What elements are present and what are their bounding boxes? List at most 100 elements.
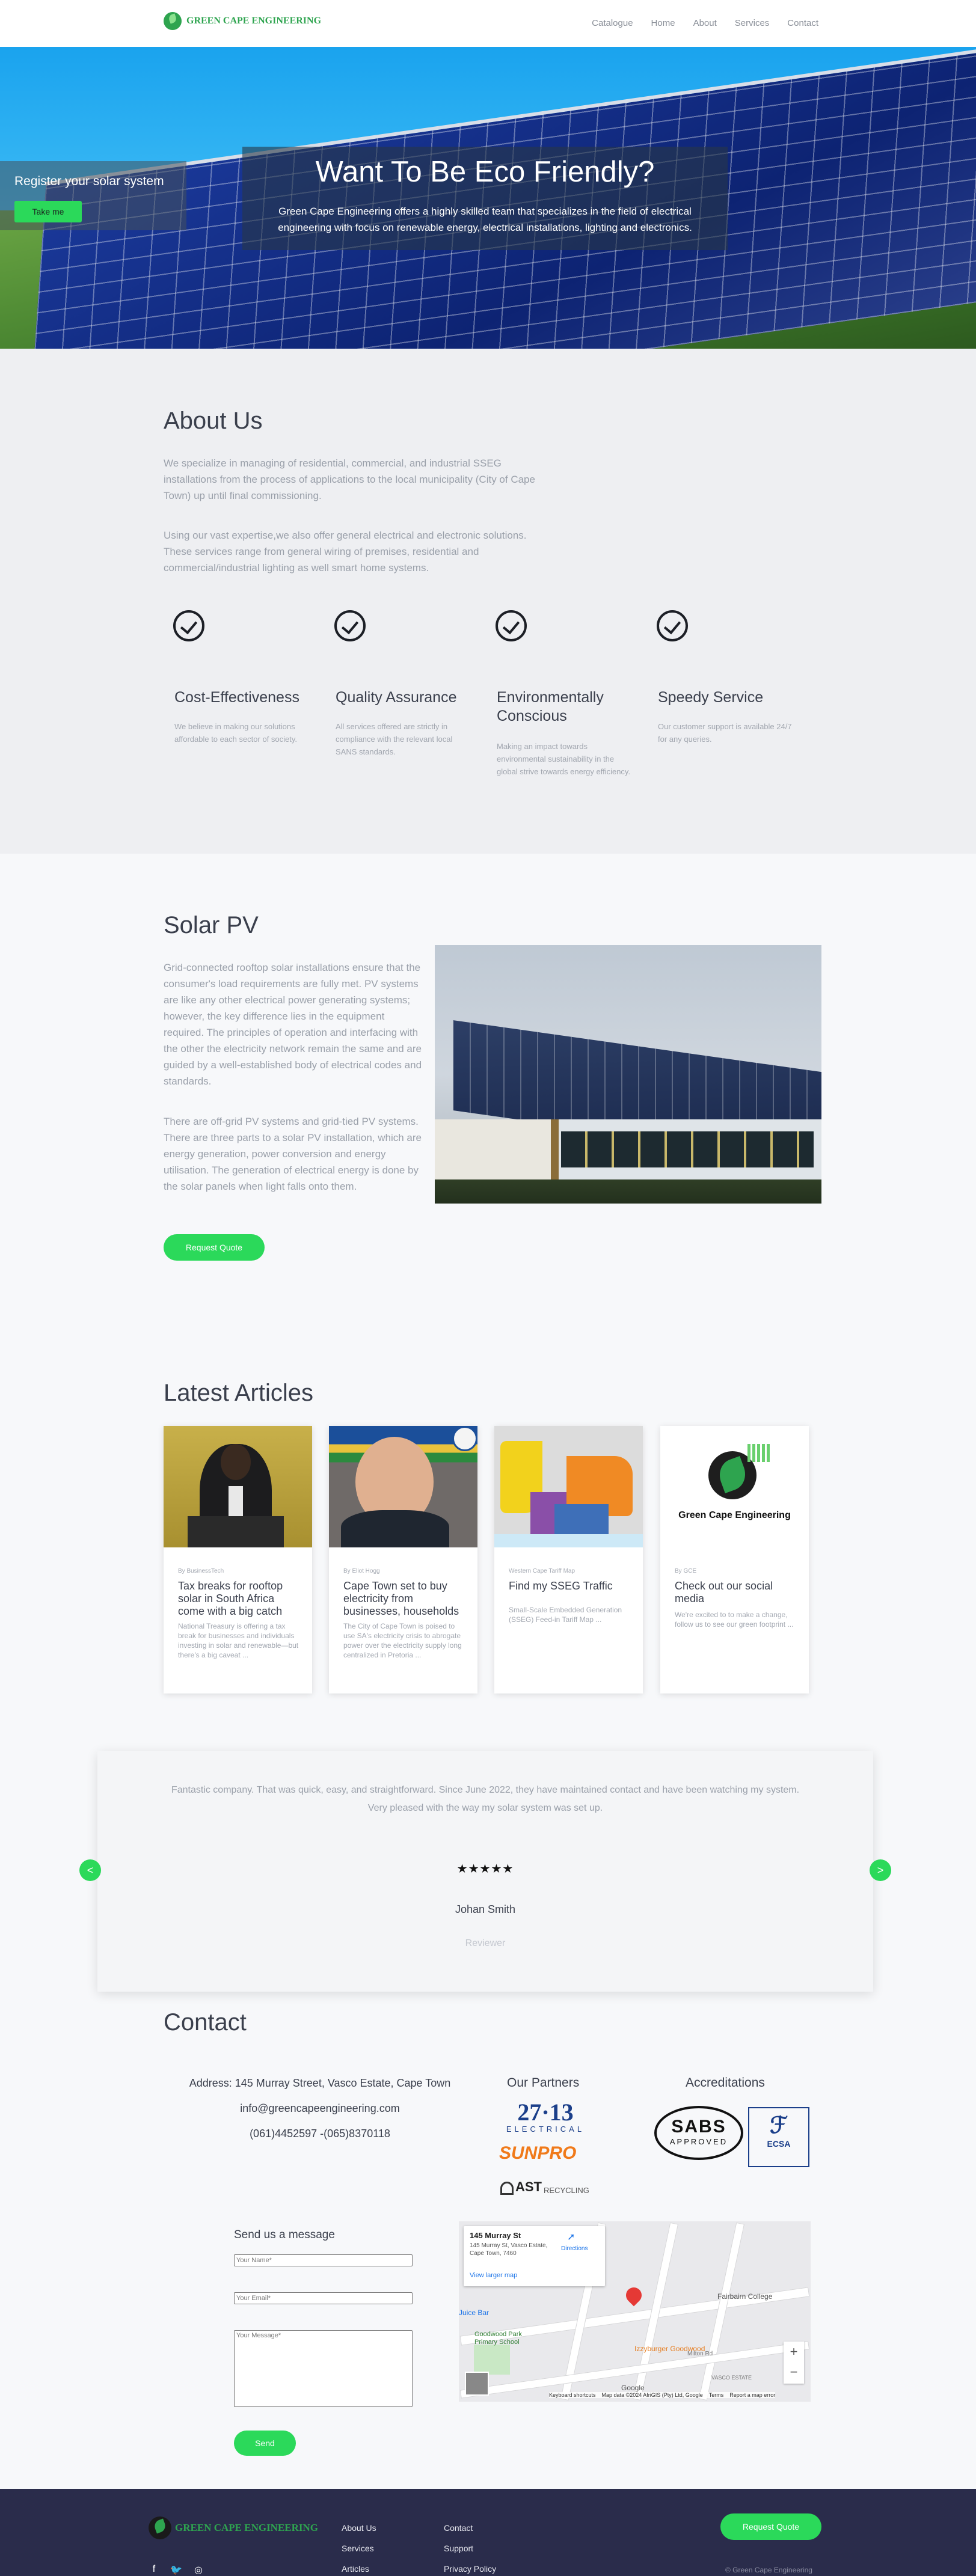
partner-electrical-text: ELECTRICAL <box>506 2125 585 2134</box>
article-excerpt: Small-Scale Embedded Generation (SSEG) F… <box>509 1606 622 1624</box>
articles-section <box>0 1329 976 1749</box>
sabs-approved-logo: SABS APPROVED <box>654 2106 743 2160</box>
article-card[interactable]: By BusinessTech Tax breaks for rooftop s… <box>164 1426 312 1693</box>
email-field[interactable] <box>234 2292 413 2304</box>
request-quote-button[interactable]: Request Quote <box>164 1234 265 1261</box>
map-larger-link[interactable]: View larger map <box>470 2272 517 2279</box>
article-image <box>164 1426 312 1547</box>
map-place-address: 145 Murray St, Vasco Estate, Cape Town, … <box>470 2242 548 2257</box>
partner-ast-text: AST <box>515 2179 542 2194</box>
map-footer-shortcuts[interactable]: Keyboard shortcuts <box>549 2392 596 2398</box>
brand-name: GREEN CAPE ENGINEERING <box>186 16 322 26</box>
feature-speedy: Speedy Service Our customer support is a… <box>649 610 800 744</box>
feature-environment: Environmentally Conscious Making an impa… <box>488 610 639 776</box>
article-title: Cape Town set to buy electricity from bu… <box>343 1580 459 1617</box>
about-paragraph-2: Using our vast expertise,we also offer g… <box>164 530 527 574</box>
name-field[interactable] <box>234 2254 413 2266</box>
ecsa-emblem-icon: ℱ <box>770 2113 788 2138</box>
footer-link-articles[interactable]: Articles <box>342 2564 369 2574</box>
article-byline: By GCE <box>675 1568 697 1574</box>
check-circle-icon <box>496 610 527 641</box>
nav-home[interactable]: Home <box>651 18 675 28</box>
feature-cost: Cost-Effectiveness We believe in making … <box>166 610 316 744</box>
feature-text: We believe in making our solutions affor… <box>174 722 298 744</box>
article-title: Check out our social media <box>675 1580 773 1605</box>
nav-contact[interactable]: Contact <box>787 18 818 28</box>
prev-arrow-button[interactable]: < <box>79 1859 101 1881</box>
map-label: Fairbairn College <box>717 2292 773 2301</box>
footer-link-services[interactable]: Services <box>342 2544 374 2553</box>
feature-title: Speedy Service <box>658 689 764 706</box>
feature-title: Environmentally Conscious <box>497 689 604 724</box>
footer-request-quote-button[interactable]: Request Quote <box>720 2513 821 2540</box>
facebook-icon[interactable]: f <box>148 2564 160 2576</box>
next-arrow-button[interactable]: > <box>870 1859 891 1881</box>
brand-logo[interactable]: GREEN CAPE ENGINEERING <box>164 12 321 30</box>
article-byline: By BusinessTech <box>178 1568 224 1574</box>
check-circle-icon <box>657 610 688 641</box>
map-label: Juice Bar <box>459 2308 490 2317</box>
article-card[interactable]: Western Cape Tariff Map Find my SSEG Tra… <box>494 1426 643 1693</box>
contact-email[interactable]: info@greencapeengineering.com <box>164 2102 476 2115</box>
check-circle-icon <box>334 610 366 641</box>
leaf-logo-icon <box>164 12 182 30</box>
map-directions-link[interactable]: Directions <box>561 2245 588 2252</box>
footer-link-privacy[interactable]: Privacy Policy <box>444 2564 496 2574</box>
twitter-icon[interactable]: 🐦 <box>170 2564 182 2576</box>
testimonial-card: Fantastic company. That was quick, easy,… <box>97 1751 873 1992</box>
hero-banner: Register your solar system Take me Want … <box>0 47 976 349</box>
hero-caption: Want To Be Eco Friendly? Green Cape Engi… <box>242 147 728 250</box>
article-excerpt: National Treasury is offering a tax brea… <box>178 1622 299 1659</box>
feature-quality: Quality Assurance All services offered a… <box>327 610 477 756</box>
map-label: VASCO ESTATE <box>711 2375 752 2381</box>
ecsa-text: ECSA <box>767 2139 791 2149</box>
house-windows <box>561 1131 814 1167</box>
map-layer-toggle[interactable] <box>465 2372 489 2396</box>
footer-logo[interactable]: GREEN CAPE ENGINEERING <box>149 2516 318 2539</box>
feature-text: All services offered are strictly in com… <box>336 722 453 756</box>
partner-2713-logo: 27·13 ELECTRICAL <box>500 2100 591 2134</box>
google-map[interactable]: 145 Murray St 145 Murray St, Vasco Estat… <box>459 2221 811 2402</box>
solar-paragraph-2: There are off-grid PV systems and grid-t… <box>164 1116 422 1192</box>
article-excerpt: We're excited to to make a change, follo… <box>675 1611 794 1629</box>
directions-icon[interactable]: ➚ <box>567 2231 579 2243</box>
solar-paragraph-1: Grid-connected rooftop solar installatio… <box>164 962 422 1087</box>
feature-text: Our customer support is available 24/7 f… <box>658 722 792 744</box>
contact-address: Address: 145 Murray Street, Vasco Estate… <box>189 2077 451 2089</box>
message-field[interactable] <box>234 2330 413 2407</box>
nav-services[interactable]: Services <box>735 18 770 28</box>
send-button[interactable]: Send <box>234 2431 296 2456</box>
instagram-icon[interactable]: ◎ <box>192 2564 204 2576</box>
contact-title: Contact <box>164 2009 247 2036</box>
zoom-controls[interactable]: + − <box>784 2342 804 2384</box>
article-image <box>329 1426 477 1547</box>
article-excerpt: The City of Cape Town is poised to use S… <box>343 1622 462 1659</box>
nav-catalogue[interactable]: Catalogue <box>592 18 633 28</box>
footer-link-about[interactable]: About Us <box>342 2523 376 2533</box>
contact-phone: (061)4452597 -(065)8370118 <box>250 2128 390 2140</box>
map-footer-terms[interactable]: Terms <box>709 2392 724 2398</box>
partners-title: Our Partners <box>507 2076 580 2090</box>
sabs-text: SABS <box>671 2117 726 2137</box>
testimonial-quote: Fantastic company. That was quick, easy,… <box>171 1785 800 1813</box>
google-logo: Google <box>621 2384 645 2392</box>
about-paragraph-1: We specialize in managing of residential… <box>164 457 535 501</box>
nav-about[interactable]: About <box>693 18 717 28</box>
recycle-icon <box>500 2182 514 2195</box>
footer-link-support[interactable]: Support <box>444 2544 473 2553</box>
footer-brand-name: GREEN CAPE ENGINEERING <box>175 2522 319 2533</box>
map-footer-data: Map data ©2024 AfriGIS (Pty) Ltd, Google <box>601 2392 703 2398</box>
card-logo-text: Green Cape Engineering <box>678 1510 791 1520</box>
partner-sunpro-logo: SUNPRO <box>499 2143 577 2163</box>
footer-link-contact[interactable]: Contact <box>444 2523 473 2533</box>
solar-house-photo <box>435 945 821 1204</box>
article-card[interactable]: Green Cape Engineering By GCE Check out … <box>660 1426 809 1693</box>
take-me-button[interactable]: Take me <box>14 201 82 222</box>
leaf-logo-icon <box>149 2516 171 2539</box>
map-footer-report[interactable]: Report a map error <box>729 2392 775 2398</box>
map-footer: Keyboard shortcuts Map data ©2024 AfriGI… <box>549 2392 776 2398</box>
article-card[interactable]: By Eliot Hogg Cape Town set to buy elect… <box>329 1426 477 1693</box>
approved-text: APPROVED <box>669 2137 728 2146</box>
form-title: Send us a message <box>234 2229 335 2241</box>
main-nav: Catalogue Home About Services Contact <box>592 18 818 28</box>
